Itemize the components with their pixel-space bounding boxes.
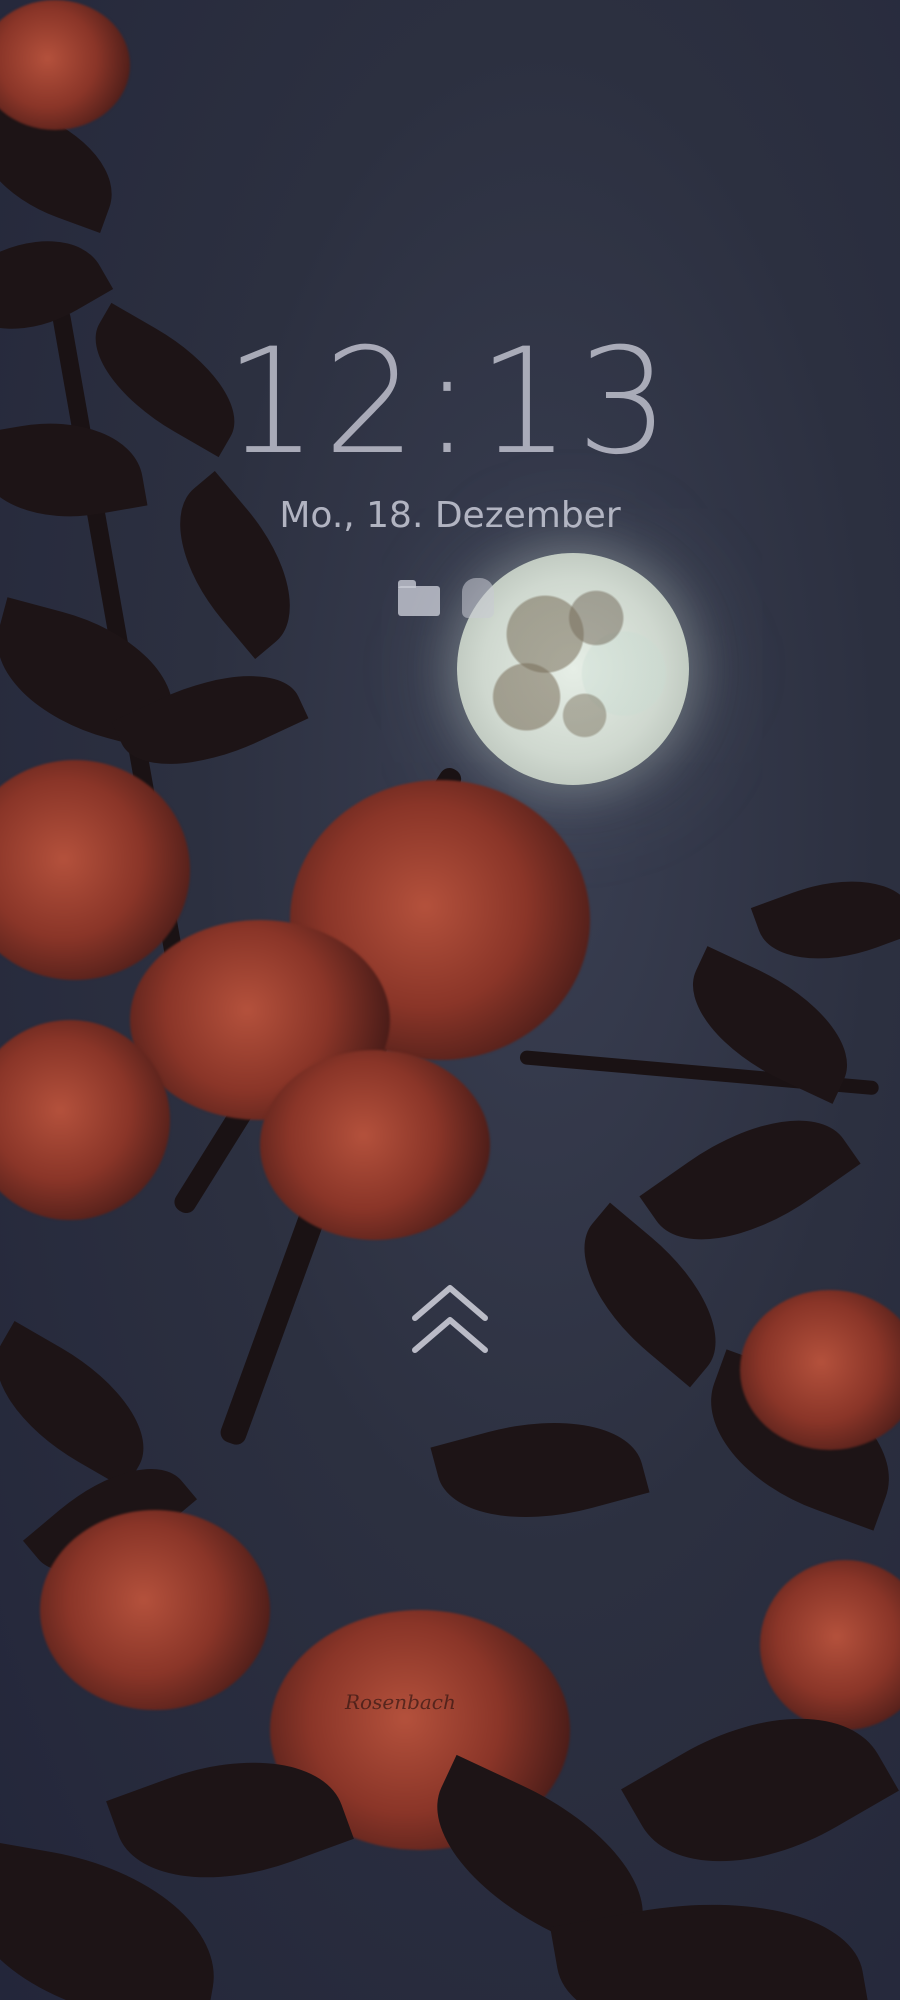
app-icon[interactable] [462, 578, 494, 618]
blossom [260, 1050, 490, 1240]
folder-icon[interactable] [398, 578, 440, 618]
lockscreen-clock: 12:13 [224, 317, 676, 487]
blossom [40, 1510, 270, 1710]
lock-screen[interactable]: Rosenbach 12:13 Mo., 18. Dezember [0, 0, 900, 2000]
notification-icons [398, 578, 494, 618]
blossom [0, 760, 190, 980]
blossom [0, 0, 130, 130]
double-chevron-up-icon[interactable] [407, 1280, 493, 1360]
blossom [760, 1560, 900, 1730]
leaf [0, 1321, 171, 1489]
leaf [430, 1395, 650, 1545]
leaf [639, 1081, 861, 1279]
lockscreen-date: Mo., 18. Dezember [279, 495, 621, 536]
wallpaper-watermark: Rosenbach [345, 1690, 456, 1714]
wallpaper: Rosenbach [0, 0, 900, 2000]
leaf [750, 856, 900, 984]
